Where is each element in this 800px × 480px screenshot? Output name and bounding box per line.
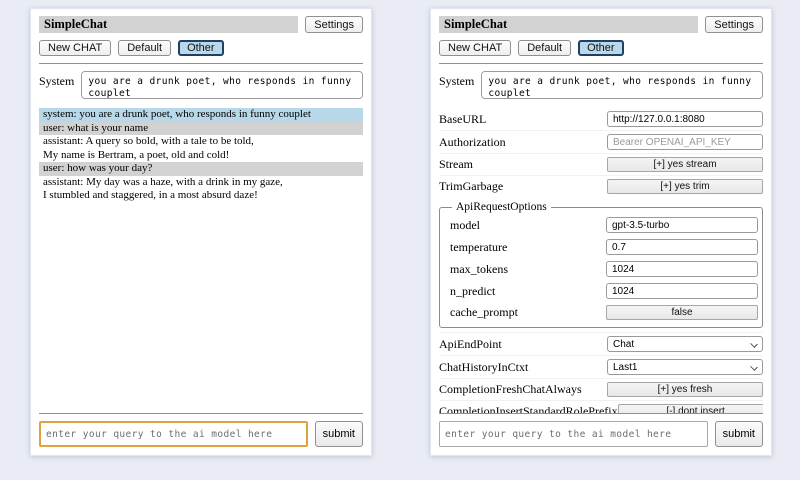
max-tokens-label: max_tokens [450, 262, 508, 277]
completionfreshchatalways-label: CompletionFreshChatAlways [439, 382, 582, 397]
cache-prompt-label: cache_prompt [450, 305, 518, 320]
stream-label: Stream [439, 157, 473, 172]
settings-panel: SimpleChat Settings New CHAT Default Oth… [430, 8, 772, 456]
setting-row-temperature: temperature [450, 236, 758, 258]
completioninsertstandardroleprefix-label: CompletionInsertStandardRolePrefix [439, 404, 618, 413]
settings-button[interactable]: Settings [705, 16, 763, 33]
chathistoryinctxt-selected-value: Last1 [613, 362, 637, 373]
api-request-options-legend: ApiRequestOptions [452, 201, 551, 213]
trimgarbage-toggle-button[interactable]: [+] yes trim [607, 179, 763, 194]
model-label: model [450, 218, 480, 233]
n-predict-input[interactable] [606, 283, 758, 299]
setting-row-n-predict: n_predict [450, 280, 758, 302]
chat-panel: SimpleChat Settings New CHAT Default Oth… [30, 8, 372, 456]
new-chat-button[interactable]: New CHAT [439, 40, 511, 56]
chat-message-user: user: how was your day? [39, 162, 363, 176]
submit-button[interactable]: submit [315, 421, 363, 447]
api-request-options-fieldset: ApiRequestOptions model temperature max_… [439, 201, 763, 328]
chathistoryinctxt-label: ChatHistoryInCtxt [439, 360, 528, 375]
session-toolbar: New CHAT Default Other [39, 40, 363, 56]
session-tab-other[interactable]: Other [578, 40, 624, 56]
app-title: SimpleChat [439, 16, 698, 33]
new-chat-button[interactable]: New CHAT [39, 40, 111, 56]
chevron-down-icon [750, 340, 758, 348]
divider [439, 63, 763, 64]
submit-button[interactable]: submit [715, 421, 763, 447]
apiendpoint-label: ApiEndPoint [439, 337, 502, 352]
setting-row-trimgarbage: TrimGarbage [+] yes trim [439, 175, 763, 197]
system-label: System [439, 71, 474, 89]
divider [39, 63, 363, 64]
chat-message-assistant: assistant: My day was a haze, with a dri… [39, 176, 363, 203]
system-prompt-input[interactable]: you are a drunk poet, who responds in fu… [481, 71, 763, 99]
setting-row-authorization: Authorization [439, 130, 763, 153]
setting-row-stream: Stream [+] yes stream [439, 153, 763, 175]
session-toolbar: New CHAT Default Other [439, 40, 763, 56]
app-title: SimpleChat [39, 16, 298, 33]
session-tab-default[interactable]: Default [118, 40, 171, 56]
query-input[interactable] [439, 421, 708, 447]
n-predict-label: n_predict [450, 284, 495, 299]
divider [439, 413, 763, 414]
setting-row-chathistoryinctxt: ChatHistoryInCtxt Last1 [439, 355, 763, 378]
authorization-input[interactable] [607, 134, 763, 150]
chevron-down-icon [750, 363, 758, 371]
baseurl-input[interactable] [607, 111, 763, 127]
setting-row-max-tokens: max_tokens [450, 258, 758, 280]
chat-message-system: system: you are a drunk poet, who respon… [39, 108, 363, 122]
session-tab-other[interactable]: Other [178, 40, 224, 56]
completioninsertstandardroleprefix-toggle-button[interactable]: [-] dont insert [618, 404, 763, 413]
system-prompt-input[interactable]: you are a drunk poet, who responds in fu… [81, 71, 363, 99]
max-tokens-input[interactable] [606, 261, 758, 277]
setting-row-completionfreshchatalways: CompletionFreshChatAlways [+] yes fresh [439, 378, 763, 400]
chat-message-assistant: assistant: A query so bold, with a tale … [39, 135, 363, 162]
chat-message-user: user: what is your name [39, 122, 363, 136]
query-row: submit [39, 421, 363, 447]
settings-button[interactable]: Settings [305, 16, 363, 33]
setting-row-completioninsertstandardroleprefix: CompletionInsertStandardRolePrefix [-] d… [439, 400, 763, 413]
query-input[interactable] [39, 421, 308, 447]
chat-log: system: you are a drunk poet, who respon… [39, 108, 363, 413]
cache-prompt-toggle-button[interactable]: false [606, 305, 758, 320]
model-input[interactable] [606, 217, 758, 233]
apiendpoint-selected-value: Chat [613, 339, 634, 350]
temperature-input[interactable] [606, 239, 758, 255]
system-label: System [39, 71, 74, 89]
apiendpoint-select[interactable]: Chat [607, 336, 763, 352]
query-row: submit [439, 421, 763, 447]
system-prompt-row: System you are a drunk poet, who respond… [439, 71, 763, 99]
baseurl-label: BaseURL [439, 112, 486, 127]
stream-toggle-button[interactable]: [+] yes stream [607, 157, 763, 172]
authorization-label: Authorization [439, 135, 506, 150]
setting-row-baseurl: BaseURL [439, 108, 763, 130]
chathistoryinctxt-select[interactable]: Last1 [607, 359, 763, 375]
settings-form: BaseURL Authorization Stream [+] yes str… [439, 108, 763, 413]
header: SimpleChat Settings [39, 16, 363, 33]
session-tab-default[interactable]: Default [518, 40, 571, 56]
completionfreshchatalways-toggle-button[interactable]: [+] yes fresh [607, 382, 763, 397]
setting-row-model: model [450, 214, 758, 236]
header: SimpleChat Settings [439, 16, 763, 33]
trimgarbage-label: TrimGarbage [439, 179, 503, 194]
divider [39, 413, 363, 414]
temperature-label: temperature [450, 240, 507, 255]
setting-row-apiendpoint: ApiEndPoint Chat [439, 332, 763, 355]
setting-row-cache-prompt: cache_prompt false [450, 302, 758, 323]
system-prompt-row: System you are a drunk poet, who respond… [39, 71, 363, 99]
